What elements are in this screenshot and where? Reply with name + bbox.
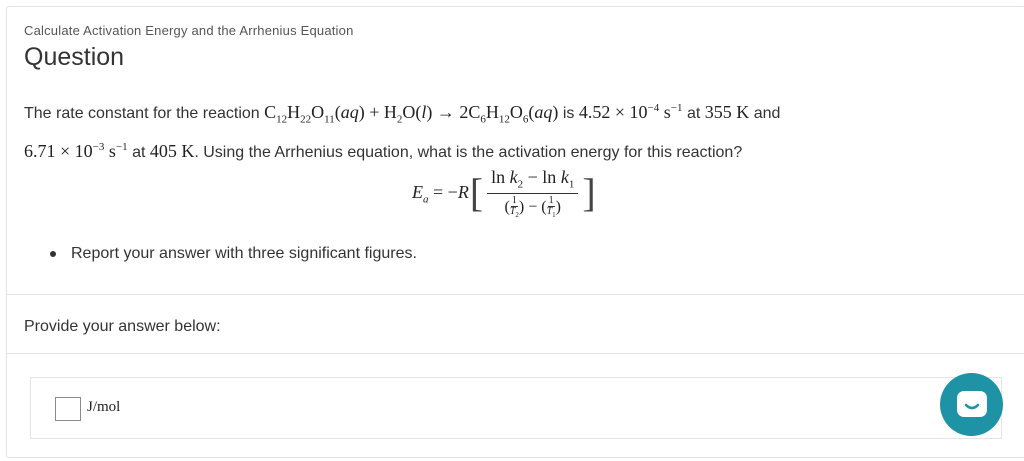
temperature-1: 355 K bbox=[704, 102, 750, 122]
temperature-2: 405 K bbox=[149, 140, 195, 161]
unit-label: J/mol bbox=[87, 399, 121, 415]
breadcrumb: Calculate Activation Energy and the Arrh… bbox=[24, 23, 354, 38]
arrhenius-formula: Ea = −R [ ln k2 − ln k1 (1 T2) − (1 T1) ] bbox=[412, 167, 596, 219]
answer-prompt: Provide your answer below: bbox=[24, 318, 221, 335]
question-text: The rate constant for the reaction C12H2… bbox=[24, 102, 781, 161]
divider bbox=[7, 353, 1024, 354]
answer-area: J/mol bbox=[30, 377, 1002, 439]
rate-constant-1: 4.52 × 10−4 s−1 bbox=[578, 102, 683, 122]
answer-input[interactable] bbox=[55, 397, 81, 421]
chat-bubble-icon bbox=[956, 390, 987, 417]
divider bbox=[7, 294, 1024, 295]
rate-constant-2: 6.71 × 10−3 s−1 bbox=[24, 140, 128, 161]
instruction-bullet: Report your answer with three significan… bbox=[50, 245, 417, 263]
page-title: Question bbox=[24, 43, 125, 71]
chat-button[interactable] bbox=[940, 373, 1003, 436]
bullet-icon bbox=[50, 251, 56, 257]
reaction-equation: C12H22O11(aq) + H2O(l) → 2C6H12O6(aq) bbox=[264, 102, 559, 126]
question-card: Calculate Activation Energy and the Arrh… bbox=[6, 6, 1024, 458]
